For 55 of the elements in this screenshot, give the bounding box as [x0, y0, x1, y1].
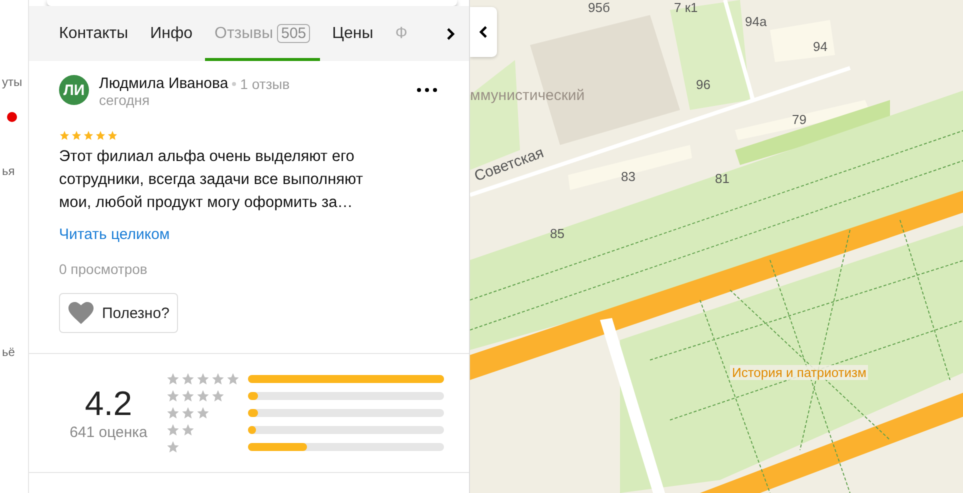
rating-count: 641 оценка	[70, 424, 148, 441]
star-icon	[166, 440, 180, 454]
sidebar-text: ья	[2, 164, 15, 178]
star-icon	[181, 389, 195, 403]
star-icon	[196, 389, 210, 403]
read-more-link[interactable]: Читать целиком	[59, 226, 439, 243]
district-label: ммунистический	[470, 87, 585, 104]
more-icon	[417, 88, 437, 92]
avatar: ЛИ	[59, 75, 89, 105]
star-icon	[166, 406, 180, 420]
star-icon	[166, 423, 180, 437]
author-name[interactable]: Людмила Иванова	[99, 75, 228, 92]
star-icon	[196, 406, 210, 420]
collapse-button[interactable]	[470, 7, 497, 57]
rating-score: 4.2	[84, 385, 132, 424]
sidebar-text: ьё	[2, 345, 15, 359]
review-date: сегодня	[99, 92, 151, 108]
star-icon	[181, 372, 195, 386]
star-icon	[166, 389, 180, 403]
star-icon	[181, 423, 195, 437]
heart-icon	[68, 302, 94, 324]
helpful-button[interactable]: Полезно?	[59, 293, 178, 333]
star-icon	[166, 372, 180, 386]
star-icon	[83, 130, 94, 141]
star-icon	[181, 406, 195, 420]
house-number: 7 к1	[674, 0, 698, 15]
house-number: 83	[621, 169, 636, 184]
house-number: 94а	[745, 14, 767, 29]
tab[interactable]: Контакты	[59, 6, 138, 61]
place-label: История и патриотизм	[730, 365, 868, 380]
house-number: 79	[792, 112, 806, 127]
house-number: 81	[715, 171, 730, 186]
star-icon	[211, 389, 225, 403]
separator-dot	[232, 82, 236, 86]
house-number: 85	[550, 226, 564, 241]
status-dot	[7, 112, 17, 122]
sidebar-text: уты	[2, 75, 22, 89]
house-number: 96	[696, 77, 710, 92]
chevron-left-icon	[479, 25, 488, 39]
review-text: Этот филиал альфа очень выделяют его сотрудники, всегда задачи все выполняют мои, любой продукт могу оформить за…	[59, 147, 364, 213]
star-icon	[95, 130, 106, 141]
tab[interactable]: Инфо	[140, 6, 203, 61]
star-icon	[59, 130, 70, 141]
star-icon	[107, 130, 118, 141]
tab[interactable]: Цены	[322, 6, 384, 61]
star-icon	[226, 372, 240, 386]
star-icon	[196, 372, 210, 386]
star-icon	[71, 130, 82, 141]
house-number: 95б	[588, 0, 610, 15]
star-icon	[211, 372, 225, 386]
count-badge: 505	[277, 24, 310, 43]
author-review-count: 1 отзыв	[240, 76, 290, 92]
view-count: 0 просмотров	[59, 261, 148, 277]
chevron-right-icon	[446, 26, 455, 40]
house-number: 94	[813, 39, 828, 54]
